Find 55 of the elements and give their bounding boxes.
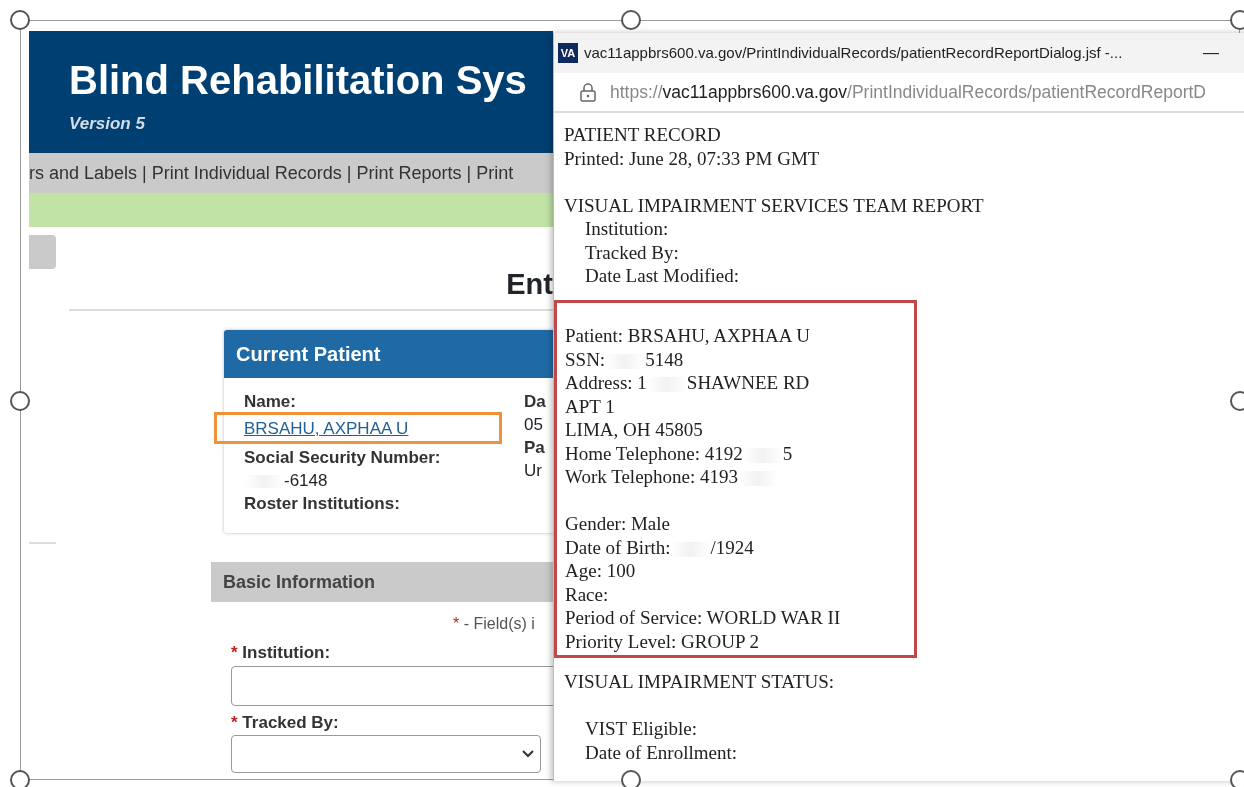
version-label: Version 5 xyxy=(69,113,146,135)
field-label: Name: xyxy=(244,391,297,413)
report-line: LIMA, OH 45805 xyxy=(565,418,704,442)
resize-handle[interactable] xyxy=(10,391,30,411)
report-line: Date Last Modified: xyxy=(585,264,741,288)
resize-handle[interactable] xyxy=(1230,10,1244,30)
report-line: Address: 1 SHAWNEE RD xyxy=(565,371,811,395)
section-header: Basic Information xyxy=(211,562,553,602)
caret-icon xyxy=(522,750,534,758)
report-line: Home Telephone: 4192 5 xyxy=(565,441,794,465)
field-label: Da xyxy=(524,391,546,413)
report-line: Gender: Male xyxy=(565,512,671,536)
lock-icon xyxy=(580,82,596,102)
report-line: SSN: 5148 xyxy=(565,347,685,371)
minimize-button[interactable]: — xyxy=(1203,41,1219,65)
report-line: Priority Level: GROUP 2 xyxy=(565,629,761,653)
patient-link[interactable]: BRSAHU, AXPHAA U xyxy=(244,419,409,438)
app-title: Blind Rehabilitation Sys xyxy=(69,57,528,103)
field-value: Ur xyxy=(524,460,543,482)
report-line: APT 1 xyxy=(565,394,616,418)
field-label: Tracked By: xyxy=(242,712,339,732)
field-value: 05 xyxy=(524,414,544,436)
field-label: Institution: xyxy=(242,643,331,662)
report-line: Age: 100 xyxy=(565,559,637,583)
text-field[interactable] xyxy=(231,665,553,706)
required-note: * - Field(s) i xyxy=(453,614,536,634)
window-title: vac11appbrs600.va.gov/PrintIndividualRecords/patientRecordReportDialog.jsf -... xyxy=(584,42,1123,63)
required-mark: * xyxy=(231,712,238,732)
report-line: Race: xyxy=(565,582,610,606)
field-label: Pa xyxy=(524,437,546,459)
app-logo: VA xyxy=(558,43,578,63)
url-text[interactable]: https://vac11appbrs600.va.gov/PrintIndividualRecords/patientRecordReportD xyxy=(610,78,1206,106)
select-field[interactable] xyxy=(231,735,541,773)
report-line: Patient: BRSAHU, AXPHAA U xyxy=(565,324,811,348)
report-line: PATIENT RECORD xyxy=(564,123,722,147)
report-line: VISUAL IMPAIRMENT SERVICES TEAM REPORT xyxy=(564,193,985,217)
nav-menu[interactable]: rs and Labels | Print Individual Records | Print Reports | Print xyxy=(29,153,553,193)
report-line: VIST Eligible: xyxy=(585,717,699,741)
report-line: Tracked By: xyxy=(585,240,680,264)
page-heading: Ent xyxy=(505,267,553,301)
report-line: Period of Service: WORLD WAR II xyxy=(565,606,842,630)
required-mark: * xyxy=(231,643,238,662)
field-value: -6148 xyxy=(244,469,524,492)
field-label: Roster Institutions: xyxy=(244,493,401,515)
report-line: Date of Enrollment: xyxy=(585,740,738,764)
resize-handle[interactable] xyxy=(10,10,30,30)
card-header: Current Patient xyxy=(224,330,553,378)
resize-handle[interactable] xyxy=(621,10,641,30)
report-line: Work Telephone: 4193 xyxy=(565,465,914,489)
report-line: VISUAL IMPAIRMENT STATUS: xyxy=(564,670,836,694)
report-line: Institution: xyxy=(585,217,670,241)
report-line: Printed: June 28, 07:33 PM GMT xyxy=(564,146,821,170)
resize-handle[interactable] xyxy=(10,770,30,787)
field-label: Social Security Number: xyxy=(244,447,442,469)
report-line: Date of Birth: /1924 xyxy=(565,535,755,559)
